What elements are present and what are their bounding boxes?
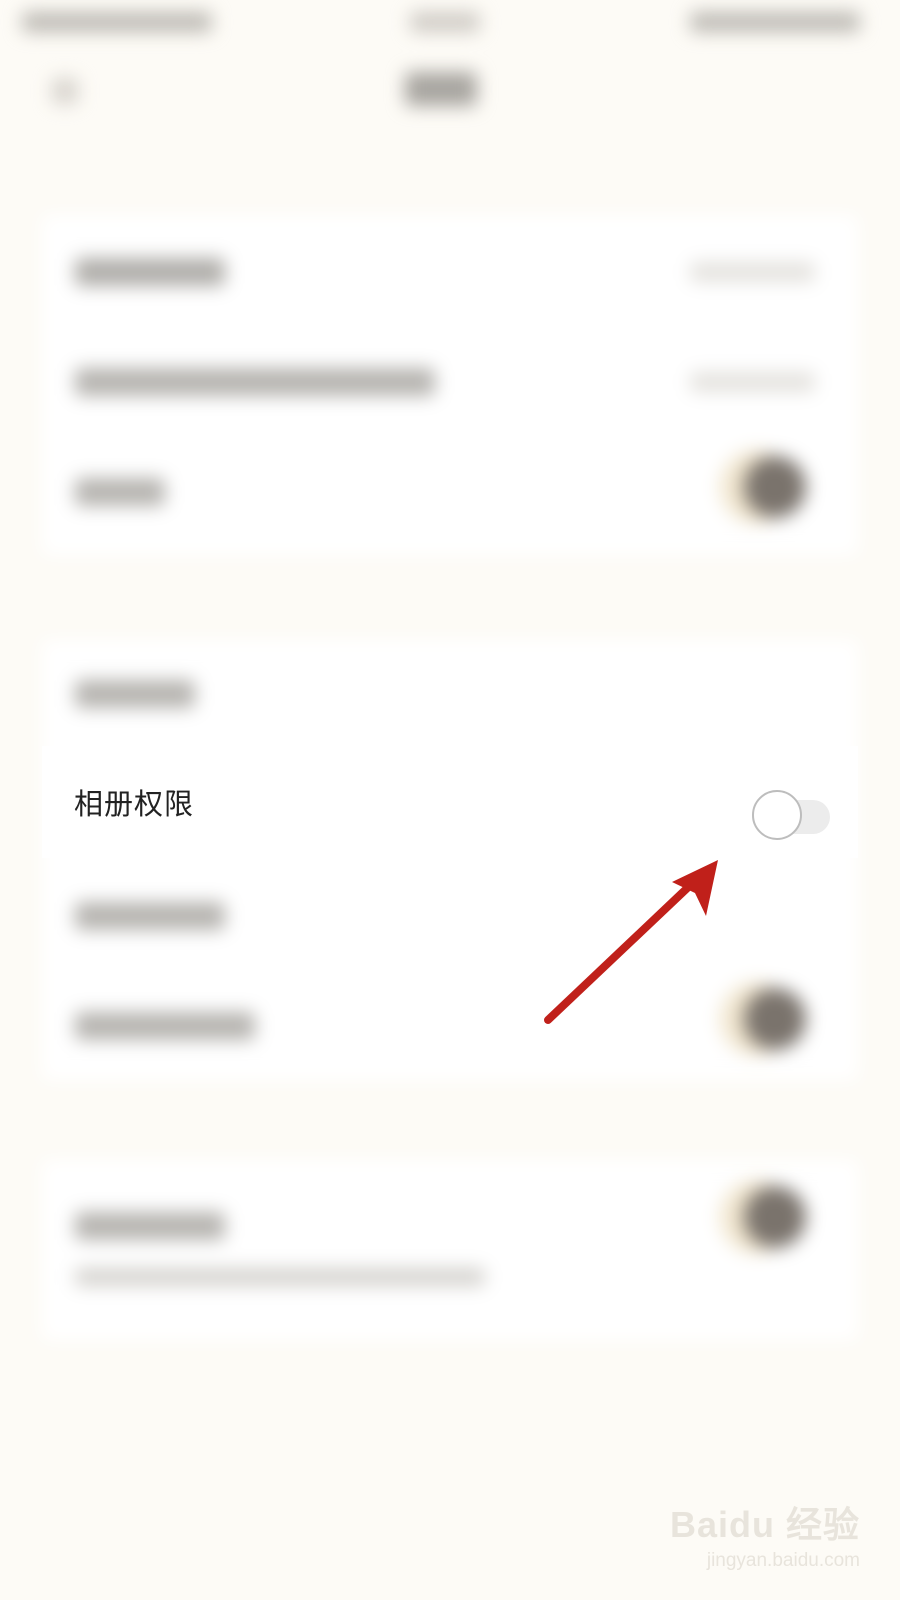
watermark-logo: Baidu 经验 <box>669 1504 860 1545</box>
annotation-arrow <box>544 860 718 1024</box>
baidu-watermark: Baidu 经验 jingyan.baidu.com <box>670 1496 860 1572</box>
watermark-url: jingyan.baidu.com <box>706 1550 860 1571</box>
